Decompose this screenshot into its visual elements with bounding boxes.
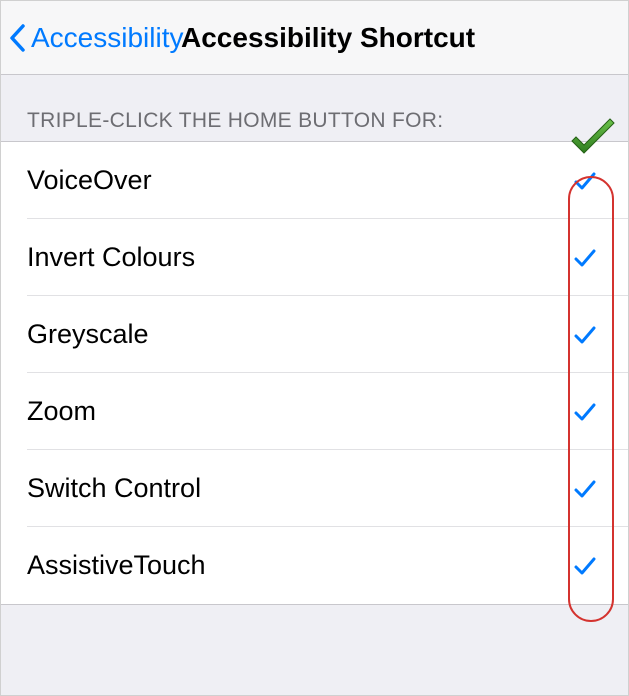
back-label: Accessibility: [31, 22, 183, 54]
checkmark-icon: [572, 245, 598, 271]
option-label: Greyscale: [27, 319, 572, 350]
back-button[interactable]: Accessibility: [9, 1, 183, 74]
checkmark-icon: [572, 553, 598, 579]
option-switch-control[interactable]: Switch Control: [1, 450, 628, 527]
option-label: Switch Control: [27, 473, 572, 504]
navbar: Accessibility Accessibility Shortcut: [1, 1, 628, 75]
checkmark-icon: [572, 168, 598, 194]
option-label: Invert Colours: [27, 242, 572, 273]
option-zoom[interactable]: Zoom: [1, 373, 628, 450]
checkmark-icon: [572, 476, 598, 502]
option-label: AssistiveTouch: [27, 550, 572, 581]
checkmark-icon: [572, 322, 598, 348]
section-header: TRIPLE-CLICK THE HOME BUTTON FOR:: [27, 109, 443, 133]
option-greyscale[interactable]: Greyscale: [1, 296, 628, 373]
chevron-left-icon: [9, 24, 27, 52]
option-voiceover[interactable]: VoiceOver: [1, 142, 628, 219]
option-label: Zoom: [27, 396, 572, 427]
checkmark-icon: [572, 399, 598, 425]
option-assistivetouch[interactable]: AssistiveTouch: [1, 527, 628, 604]
option-invert-colours[interactable]: Invert Colours: [1, 219, 628, 296]
options-list: VoiceOver Invert Colours Greyscale Zoom …: [1, 141, 628, 605]
option-label: VoiceOver: [27, 165, 572, 196]
section-gap: TRIPLE-CLICK THE HOME BUTTON FOR:: [1, 75, 628, 141]
